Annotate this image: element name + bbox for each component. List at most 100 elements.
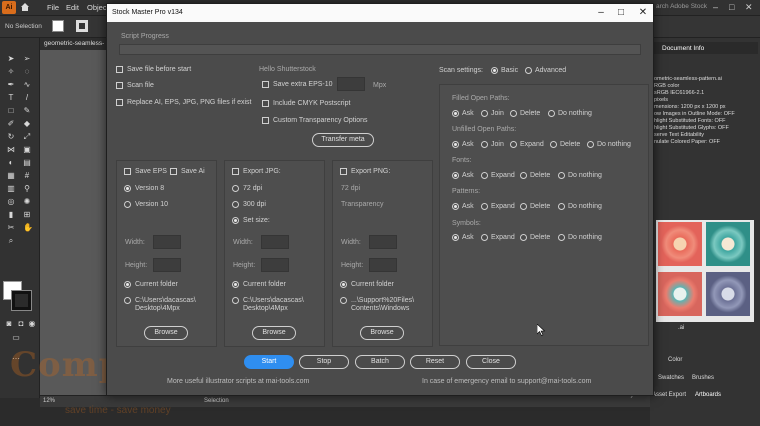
png-browse-button[interactable]: Browse (360, 326, 404, 340)
unfilled-expand-radio[interactable] (510, 141, 517, 148)
eps-custom-folder-radio[interactable] (124, 297, 131, 304)
save-ai-checkbox[interactable] (170, 168, 177, 175)
patterns-delete-radio[interactable] (520, 203, 527, 210)
menu-edit[interactable]: Edit (66, 3, 79, 12)
close-app-icon[interactable]: ✕ (745, 2, 753, 13)
scale-tool-icon[interactable]: ⤢ (23, 133, 31, 141)
jpg-72dpi-radio[interactable] (232, 185, 239, 192)
png-height-input[interactable] (369, 258, 397, 272)
eps-current-folder-radio[interactable] (124, 281, 131, 288)
transfer-meta-button[interactable]: Transfer meta (312, 133, 374, 147)
eps-browse-button[interactable]: Browse (144, 326, 188, 340)
pattern-thumbnail[interactable] (658, 222, 702, 266)
unfilled-ask-radio[interactable] (452, 141, 459, 148)
export-png-checkbox[interactable] (340, 168, 347, 175)
tab-asset-export[interactable]: Asset Export (652, 392, 686, 398)
start-button[interactable]: Start (244, 355, 294, 369)
scan-file-checkbox[interactable] (116, 82, 123, 89)
jpg-height-input[interactable] (261, 258, 289, 272)
eps-width-input[interactable] (153, 235, 181, 249)
close-button[interactable]: Close (466, 355, 516, 369)
patterns-expand-radio[interactable] (481, 203, 488, 210)
unfilled-join-radio[interactable] (481, 141, 488, 148)
slice-tool-icon[interactable]: ✂ (7, 224, 15, 232)
tab-artboards[interactable]: Artboards (695, 392, 721, 398)
type-tool-icon[interactable]: T (7, 94, 15, 102)
filled-ask-radio[interactable] (452, 110, 459, 117)
selection-tool-icon[interactable]: ➤ (7, 55, 15, 63)
patterns-ask-radio[interactable] (452, 203, 459, 210)
column-graph-icon[interactable]: ▮ (7, 211, 15, 219)
custom-transparency-checkbox[interactable] (262, 117, 269, 124)
live-paint-icon[interactable]: ▤ (23, 159, 31, 167)
version10-radio[interactable] (124, 201, 131, 208)
batch-button[interactable]: Batch (355, 355, 405, 369)
home-icon[interactable] (20, 2, 30, 12)
pattern-thumbnail[interactable] (706, 272, 750, 316)
scan-advanced-radio[interactable] (525, 67, 532, 74)
fonts-delete-radio[interactable] (520, 172, 527, 179)
jpg-width-input[interactable] (261, 235, 289, 249)
fonts-expand-radio[interactable] (481, 172, 488, 179)
save-eps-checkbox[interactable] (124, 168, 131, 175)
symbol-sprayer-icon[interactable]: ✺ (23, 198, 31, 206)
zoom-tool-icon[interactable]: ⌕ (7, 237, 15, 245)
fonts-ask-radio[interactable] (452, 172, 459, 179)
png-width-input[interactable] (369, 235, 397, 249)
jpg-custom-folder-radio[interactable] (232, 297, 239, 304)
tab-color[interactable]: Color (668, 357, 682, 363)
menu-object[interactable]: Objec (87, 3, 107, 12)
reset-button[interactable]: Reset (410, 355, 460, 369)
tab-swatches[interactable]: Swatches (658, 375, 684, 381)
maximize-icon[interactable]: □ (729, 2, 734, 12)
artboard-tool-icon[interactable]: ⊞ (23, 211, 31, 219)
rectangle-tool-icon[interactable]: □ (7, 107, 15, 115)
free-transform-icon[interactable]: ▣ (23, 146, 31, 154)
minimize-icon[interactable]: – (713, 2, 718, 12)
lasso-tool-icon[interactable]: ◌ (23, 68, 31, 76)
fill-swatch-control[interactable] (52, 20, 64, 32)
mesh-tool-icon[interactable]: # (23, 172, 31, 180)
direct-selection-tool-icon[interactable]: ➢ (23, 55, 31, 63)
filled-join-radio[interactable] (481, 110, 488, 117)
footer-scripts-link[interactable]: More useful illustrator scripts at mai-t… (167, 378, 309, 385)
draw-behind-icon[interactable]: ◘ (17, 320, 25, 328)
draw-inside-icon[interactable]: ◉ (28, 320, 36, 328)
curvature-tool-icon[interactable]: ∿ (23, 81, 31, 89)
symbols-do-nothing-radio[interactable] (558, 234, 565, 241)
paintbrush-tool-icon[interactable]: ✎ (23, 107, 31, 115)
tab-brushes[interactable]: Brushes (692, 375, 714, 381)
save-before-start-checkbox[interactable] (116, 66, 123, 73)
eyedropper-icon[interactable]: ⚲ (23, 185, 31, 193)
filled-do-nothing-radio[interactable] (548, 110, 555, 117)
mpx-input[interactable] (337, 77, 365, 91)
eps-height-input[interactable] (153, 258, 181, 272)
hand-tool-icon[interactable]: ✋ (23, 224, 33, 232)
gradient-tool-icon[interactable]: ▥ (7, 185, 15, 193)
stroke-swatch-control[interactable] (76, 20, 88, 32)
jpg-300dpi-radio[interactable] (232, 201, 239, 208)
perspective-grid-icon[interactable]: ▦ (7, 172, 15, 180)
scan-basic-radio[interactable] (491, 67, 498, 74)
jpg-browse-button[interactable]: Browse (252, 326, 296, 340)
screen-mode-icon[interactable]: ▭ (12, 334, 20, 342)
stock-search-input[interactable]: arch Adobe Stock (656, 3, 707, 10)
blend-tool-icon[interactable]: ◎ (7, 198, 15, 206)
line-tool-icon[interactable]: / (23, 94, 31, 102)
include-cmyk-checkbox[interactable] (262, 100, 269, 107)
symbols-delete-radio[interactable] (520, 234, 527, 241)
png-custom-folder-radio[interactable] (340, 297, 347, 304)
pattern-thumbnail[interactable] (658, 272, 702, 316)
menu-file[interactable]: File (47, 3, 59, 12)
jpg-current-folder-radio[interactable] (232, 281, 239, 288)
draw-mode-icon[interactable]: ◙ (5, 320, 13, 328)
unfilled-delete-radio[interactable] (550, 141, 557, 148)
export-jpg-checkbox[interactable] (232, 168, 239, 175)
tab-document-info[interactable]: Document Info (662, 45, 704, 52)
pen-tool-icon[interactable]: ✒ (7, 81, 15, 89)
version8-radio[interactable] (124, 185, 131, 192)
unfilled-do-nothing-radio[interactable] (587, 141, 594, 148)
stroke-color-swatch[interactable] (11, 290, 32, 311)
document-tab[interactable]: geometric-seamless- (44, 40, 104, 47)
shaper-tool-icon[interactable]: ✐ (7, 120, 15, 128)
